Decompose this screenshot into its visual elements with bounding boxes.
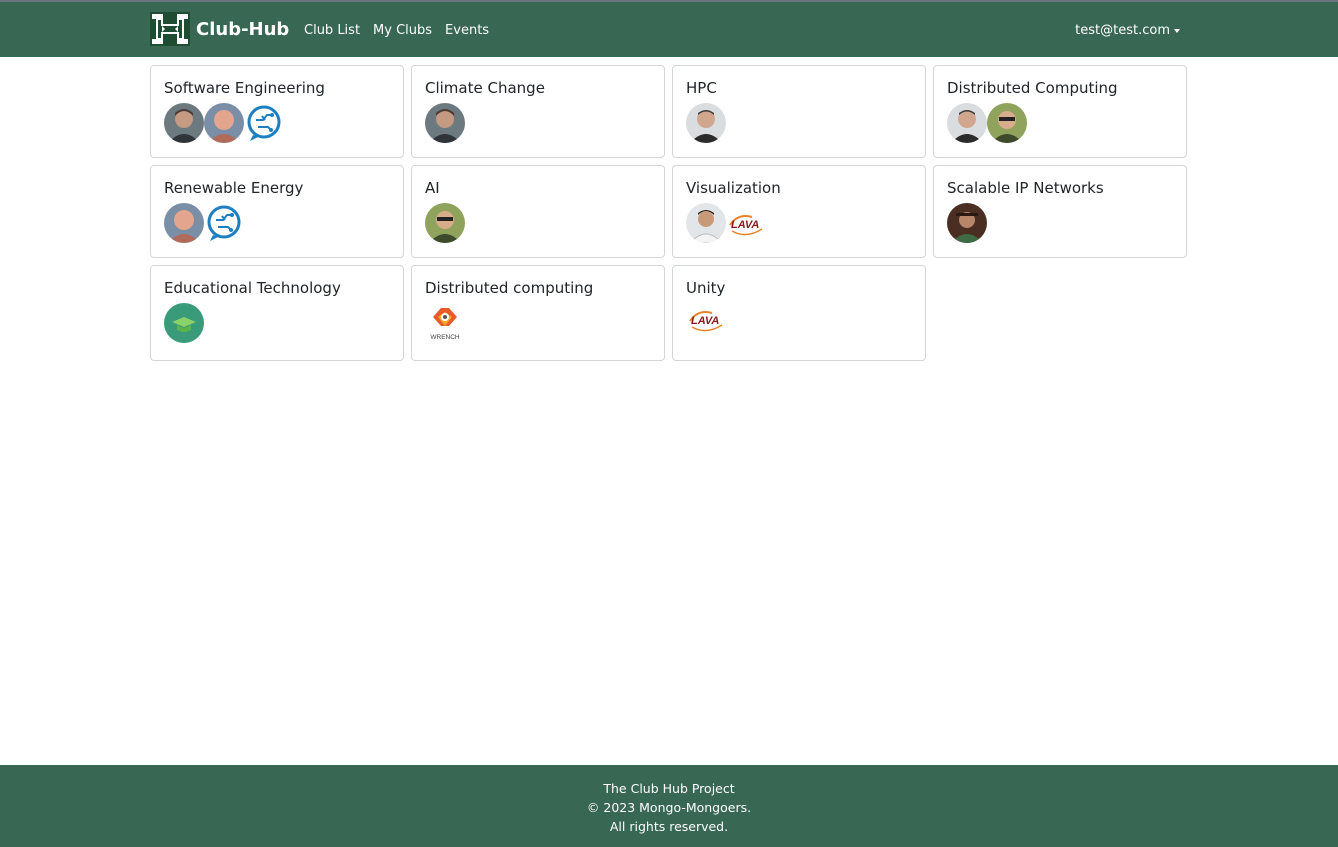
club-card-unity[interactable]: Unity LAVA — [672, 265, 926, 361]
club-title: Scalable IP Networks — [947, 179, 1104, 197]
user-email: test@test.com — [1075, 23, 1170, 38]
club-avatars — [164, 203, 390, 243]
club-card-visualization[interactable]: Visualization LAVA — [672, 165, 926, 258]
club-title: Unity — [686, 279, 726, 297]
member-avatar[interactable] — [204, 103, 244, 143]
uh-logo-icon — [150, 12, 190, 46]
navbar: Club-Hub Club List My Clubs Events test@… — [0, 2, 1338, 57]
footer-project: The Club Hub Project — [603, 781, 735, 796]
club-title: Visualization — [686, 179, 781, 197]
user-dropdown[interactable]: test@test.com — [1075, 23, 1180, 38]
brand-name: Club-Hub — [196, 18, 290, 40]
club-title: AI — [425, 179, 440, 197]
club-title: Distributed computing — [425, 279, 594, 297]
club-title: HPC — [686, 79, 717, 97]
club-title: Educational Technology — [164, 279, 341, 297]
club-card-distributed-computing-wrench[interactable]: Distributed computing WRENCH — [411, 265, 665, 361]
member-avatar[interactable] — [686, 203, 726, 243]
member-avatar[interactable] — [425, 203, 465, 243]
footer-rights: All rights reserved. — [609, 819, 729, 834]
club-grid: Software Engineering Climate Change HPC … — [150, 65, 1187, 361]
member-avatar[interactable] — [987, 103, 1027, 143]
lava-logo-icon: LAVA — [689, 311, 723, 332]
svg-text:WRENCH: WRENCH — [430, 334, 460, 341]
club-avatars — [164, 103, 390, 143]
brand[interactable]: Club-Hub — [150, 12, 289, 46]
club-avatars: LAVA — [686, 303, 912, 343]
member-avatar[interactable] — [947, 103, 987, 143]
nav-my-clubs[interactable]: My Clubs — [373, 23, 432, 38]
member-avatar[interactable] — [686, 103, 726, 143]
circuit-chat-logo-icon — [207, 205, 241, 241]
club-avatars: LAVA — [686, 203, 912, 243]
footer-copyright: © 2023 Mongo-Mongoers. — [586, 800, 752, 815]
club-avatars — [164, 303, 390, 343]
member-avatar[interactable] — [164, 103, 204, 143]
nav-events[interactable]: Events — [445, 23, 489, 38]
nav-club-list[interactable]: Club List — [304, 23, 360, 38]
club-title: Distributed Computing — [947, 79, 1118, 97]
svg-text:LAVA: LAVA — [731, 219, 759, 231]
wrench-logo-icon: WRENCH — [430, 308, 460, 341]
club-card-scalable-ip-networks[interactable]: Scalable IP Networks — [933, 165, 1187, 258]
member-avatar[interactable] — [425, 103, 465, 143]
club-card-ai[interactable]: AI — [411, 165, 665, 258]
club-card-hpc[interactable]: HPC — [672, 65, 926, 158]
club-title: Renewable Energy — [164, 179, 304, 197]
club-avatars — [947, 203, 1173, 243]
circuit-chat-logo-icon — [247, 105, 281, 141]
svg-text:LAVA: LAVA — [691, 315, 719, 327]
club-title: Software Engineering — [164, 79, 325, 97]
club-card-climate-change[interactable]: Climate Change — [411, 65, 665, 158]
caret-down-icon — [1174, 29, 1180, 33]
footer: The Club Hub Project © 2023 Mongo-Mongoe… — [0, 765, 1338, 847]
club-card-educational-technology[interactable]: Educational Technology — [150, 265, 404, 361]
club-card-software-engineering[interactable]: Software Engineering — [150, 65, 404, 158]
club-card-distributed-computing[interactable]: Distributed Computing — [933, 65, 1187, 158]
club-title: Climate Change — [425, 79, 545, 97]
club-avatars — [425, 103, 651, 143]
club-card-renewable-energy[interactable]: Renewable Energy — [150, 165, 404, 258]
club-avatars — [686, 103, 912, 143]
graduation-cap-logo-icon — [164, 303, 204, 343]
member-avatar[interactable] — [947, 203, 987, 243]
club-avatars: WRENCH — [425, 303, 651, 343]
club-avatars — [947, 103, 1173, 143]
nav-links: Club List My Clubs Events — [304, 23, 502, 38]
lava-logo-icon: LAVA — [729, 215, 763, 236]
club-avatars — [425, 203, 651, 243]
member-avatar[interactable] — [164, 203, 204, 243]
